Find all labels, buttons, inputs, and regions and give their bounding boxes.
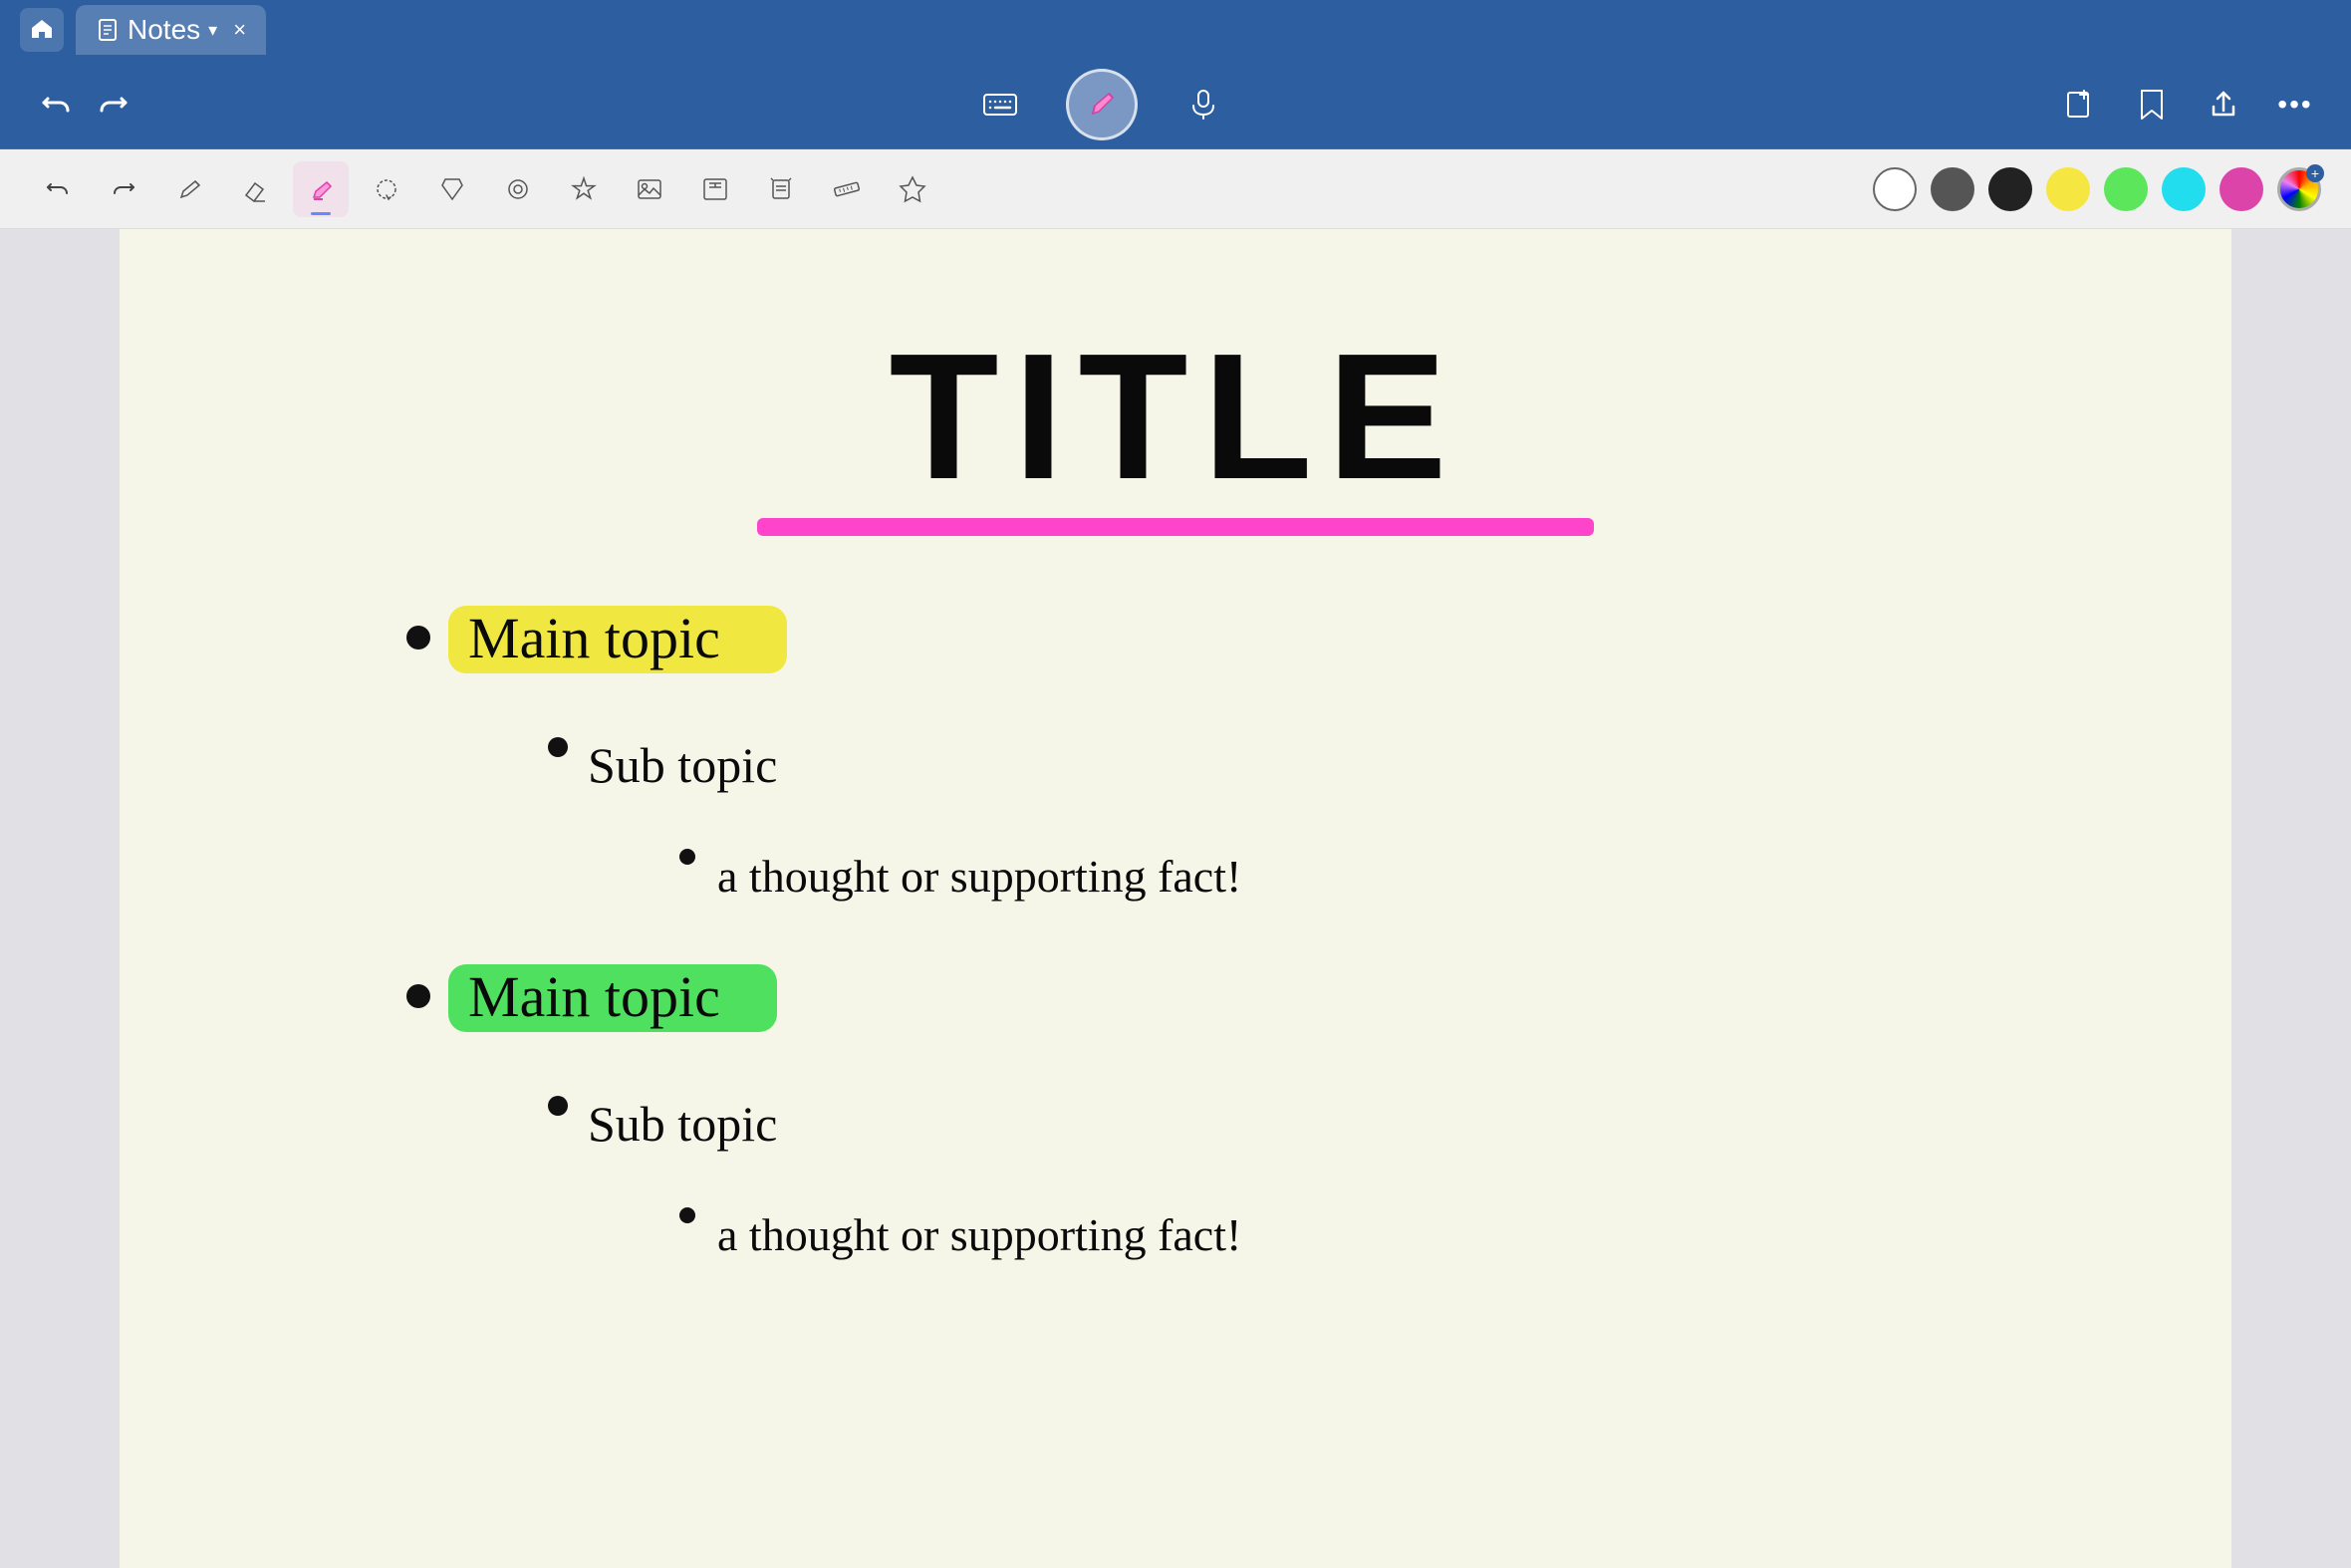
home-button[interactable] bbox=[20, 8, 64, 52]
color-white-swatch[interactable] bbox=[1873, 167, 1917, 211]
more-draw-tools-button[interactable] bbox=[885, 161, 940, 217]
select-shapes-button[interactable] bbox=[424, 161, 480, 217]
text-tool-button[interactable] bbox=[687, 161, 743, 217]
toolbar-left bbox=[30, 79, 149, 131]
title-bar: Notes ▾ × bbox=[0, 0, 2351, 60]
ruler-tool-button[interactable] bbox=[819, 161, 875, 217]
color-black-swatch[interactable] bbox=[1988, 167, 2032, 211]
loop-select-button[interactable] bbox=[490, 161, 546, 217]
svg-text:Main topic: Main topic bbox=[468, 964, 720, 1029]
svg-text:a thought or supporting fact!: a thought or supporting fact! bbox=[717, 1209, 1241, 1260]
color-swatches-group bbox=[1873, 167, 2321, 211]
color-cyan-swatch[interactable] bbox=[2162, 167, 2206, 211]
pen-tool-button[interactable] bbox=[161, 161, 217, 217]
highlighter-tool-button[interactable] bbox=[293, 161, 349, 217]
svg-text:Sub topic: Sub topic bbox=[588, 1096, 777, 1152]
tab-dropdown-arrow[interactable]: ▾ bbox=[208, 20, 217, 41]
svg-text:a thought or supporting fact!: a thought or supporting fact! bbox=[717, 851, 1241, 902]
notes-tab-icon bbox=[96, 18, 120, 42]
undo-redo-group bbox=[30, 79, 139, 131]
insert-image-button[interactable] bbox=[622, 161, 677, 217]
color-yellow-swatch[interactable] bbox=[2046, 167, 2090, 211]
new-page-button[interactable] bbox=[2054, 79, 2106, 131]
eraser-tool-button[interactable] bbox=[227, 161, 283, 217]
tab-close-button[interactable]: × bbox=[233, 17, 246, 43]
pencil-center-button[interactable] bbox=[1066, 69, 1138, 140]
toolbar-right: ••• bbox=[2054, 79, 2321, 131]
microphone-button[interactable] bbox=[1177, 79, 1229, 131]
svg-text:TITLE: TITLE bbox=[890, 317, 1462, 517]
color-darkgray-swatch[interactable] bbox=[1931, 167, 1974, 211]
document-scan-button[interactable] bbox=[753, 161, 809, 217]
tab-title: Notes bbox=[128, 14, 200, 46]
sidebar-right bbox=[2231, 229, 2351, 1568]
redo-button[interactable] bbox=[88, 79, 139, 131]
svg-text:Main topic: Main topic bbox=[468, 606, 720, 670]
svg-text:Sub topic: Sub topic bbox=[588, 737, 777, 793]
share-button[interactable] bbox=[2198, 79, 2249, 131]
toolbar-center bbox=[974, 69, 1229, 140]
color-green-swatch[interactable] bbox=[2104, 167, 2148, 211]
title-bar-left: Notes ▾ × bbox=[20, 5, 266, 55]
lasso-tool-button[interactable] bbox=[359, 161, 414, 217]
main-area: TITLE Main topic Sub topic a thought or … bbox=[0, 229, 2351, 1568]
more-options-button[interactable]: ••• bbox=[2269, 79, 2321, 131]
sidebar-left bbox=[0, 229, 120, 1568]
draw-redo-button[interactable] bbox=[96, 161, 151, 217]
keyboard-button[interactable] bbox=[974, 79, 1026, 131]
top-toolbar: ••• bbox=[0, 60, 2351, 149]
star-tool-button[interactable] bbox=[556, 161, 612, 217]
undo-button[interactable] bbox=[30, 79, 82, 131]
color-more-swatch[interactable] bbox=[2277, 167, 2321, 211]
notes-tab[interactable]: Notes ▾ × bbox=[76, 5, 266, 55]
draw-undo-button[interactable] bbox=[30, 161, 86, 217]
color-pink-swatch[interactable] bbox=[2220, 167, 2263, 211]
canvas-area[interactable]: TITLE Main topic Sub topic a thought or … bbox=[120, 229, 2231, 1568]
note-canvas-svg: TITLE Main topic Sub topic a thought or … bbox=[120, 229, 2231, 1568]
bookmark-button[interactable] bbox=[2126, 79, 2178, 131]
drawing-toolbar bbox=[0, 149, 2351, 229]
